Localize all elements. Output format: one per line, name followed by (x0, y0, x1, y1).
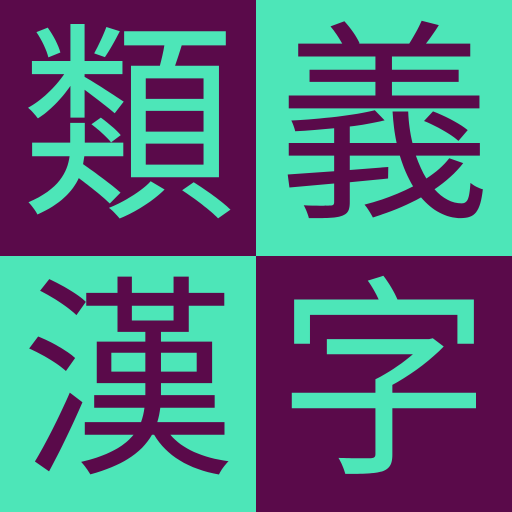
kanji-rui: 類 (21, 3, 235, 252)
kanji-gi: 義 (277, 3, 491, 252)
kanji-kan: 漢 (21, 259, 235, 508)
tile-top-left: 類 (0, 0, 256, 256)
kanji-ji: 字 (277, 259, 491, 508)
tile-bottom-left: 漢 (0, 256, 256, 512)
app-icon-grid: 類 義 漢 字 (0, 0, 512, 512)
tile-top-right: 義 (256, 0, 512, 256)
tile-bottom-right: 字 (256, 256, 512, 512)
